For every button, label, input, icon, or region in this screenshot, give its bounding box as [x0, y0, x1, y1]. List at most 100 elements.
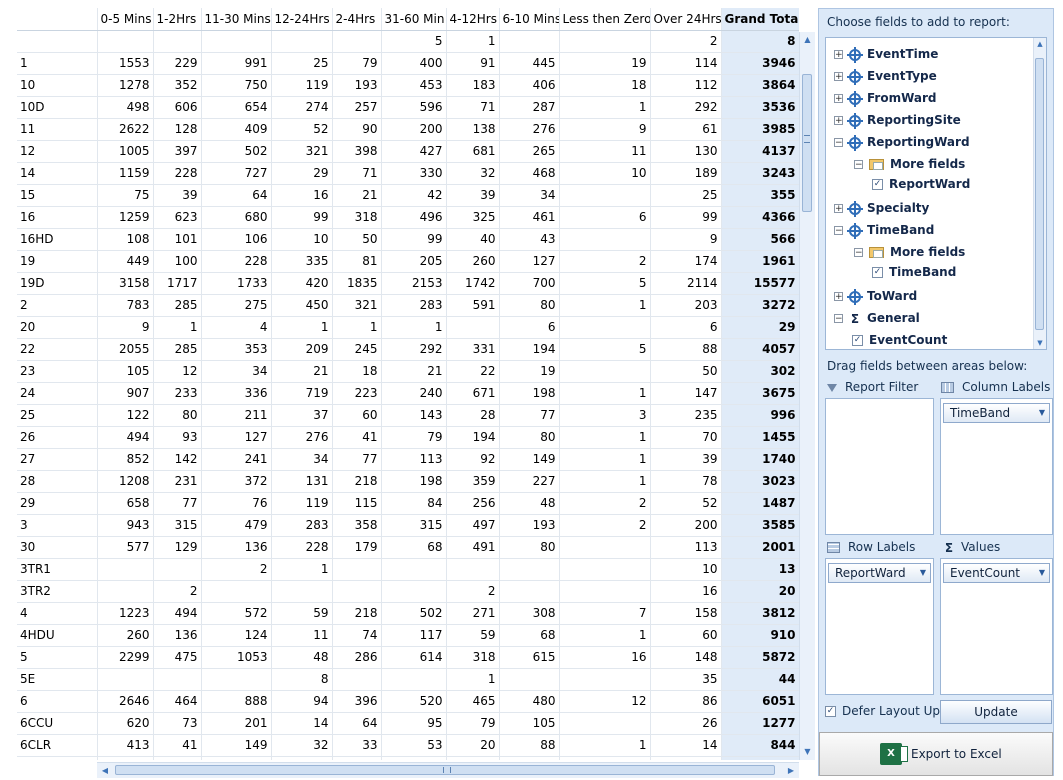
row-label[interactable]: 20 [17, 316, 98, 339]
expand-icon[interactable]: + [834, 72, 843, 82]
row-label[interactable]: 14 [17, 162, 98, 185]
field-node-general[interactable]: − Σ General [834, 308, 920, 328]
grid-horizontal-scrollbar[interactable]: ◀ ▶ [97, 762, 799, 778]
update-button[interactable]: Update [940, 700, 1052, 724]
scroll-up-arrow-icon[interactable]: ▲ [800, 32, 815, 48]
row-label[interactable]: 26 [17, 426, 98, 449]
field-node-reportingward[interactable]: − ReportingWard [834, 132, 970, 152]
values-area[interactable]: EventCount ▼ [940, 558, 1053, 695]
field-node-fromward[interactable]: + FromWard [834, 88, 937, 108]
scroll-up-arrow-icon[interactable]: ▲ [1034, 38, 1046, 50]
collapse-icon[interactable]: − [834, 314, 843, 324]
row-label[interactable]: 5E [17, 668, 98, 691]
column-header[interactable]: 31-60 Min [381, 8, 447, 31]
expand-icon[interactable]: + [834, 292, 843, 302]
field-checkbox[interactable]: ✓ [872, 267, 883, 278]
row-label[interactable]: 25 [17, 404, 98, 427]
scroll-down-arrow-icon[interactable]: ▼ [1034, 337, 1046, 349]
row-label[interactable]: 3TR2 [17, 580, 98, 603]
grid-horizontal-scroll-thumb[interactable] [115, 765, 775, 775]
column-header[interactable]: Over 24Hrs [650, 8, 722, 31]
column-header[interactable]: 12-24Hrs [271, 8, 333, 31]
scroll-down-arrow-icon[interactable]: ▼ [800, 744, 815, 760]
values-field-chip[interactable]: EventCount ▼ [943, 563, 1050, 583]
row-label[interactable]: 1 [17, 52, 98, 75]
collapse-icon[interactable]: − [854, 160, 863, 170]
column-header[interactable]: 2-4Hrs [332, 8, 382, 31]
column-labels-area[interactable]: TimeBand ▼ [940, 398, 1053, 535]
export-to-excel-button[interactable]: X Export to Excel [819, 732, 1053, 776]
expand-icon[interactable]: + [834, 50, 843, 60]
row-label[interactable]: 11 [17, 118, 98, 141]
scroll-right-arrow-icon[interactable]: ▶ [783, 763, 799, 778]
row-label[interactable]: 10 [17, 74, 98, 97]
column-header[interactable]: 0-5 Mins [97, 8, 154, 31]
row-label[interactable]: 6CLR [17, 734, 98, 757]
report-filter-area[interactable] [825, 398, 934, 535]
row-label[interactable] [17, 30, 98, 53]
row-label[interactable]: 6CCU [17, 712, 98, 735]
row-label[interactable]: 30 [17, 536, 98, 559]
row-label[interactable]: 19 [17, 250, 98, 273]
row-label[interactable]: 3 [17, 514, 98, 537]
row-label[interactable]: 15 [17, 184, 98, 207]
row-field-chip[interactable]: ReportWard ▼ [828, 563, 931, 583]
field-node-eventtype[interactable]: + EventType [834, 66, 937, 86]
grid-vertical-scroll-thumb[interactable] [802, 74, 812, 212]
scroll-left-arrow-icon[interactable]: ◀ [97, 763, 113, 778]
row-label[interactable]: 27 [17, 448, 98, 471]
field-node-timeband[interactable]: − TimeBand [834, 220, 934, 240]
field-node-eventcount[interactable]: ✓ EventCount [852, 330, 947, 349]
row-label[interactable]: 24 [17, 382, 98, 405]
collapse-icon[interactable]: − [834, 138, 843, 148]
row-label[interactable]: 19D [17, 272, 98, 295]
column-header[interactable]: 11-30 Mins [201, 8, 272, 31]
row-label[interactable]: 5 [17, 646, 98, 669]
field-node-timeband[interactable]: ✓ TimeBand [872, 262, 956, 282]
row-label[interactable]: 3TR1 [17, 558, 98, 581]
table-row: 30 577 129 136 228 179 68 491 80 113 2001 [17, 536, 799, 559]
field-node-reportward[interactable]: ✓ ReportWard [872, 174, 970, 194]
row-label[interactable]: 23 [17, 360, 98, 383]
row-label[interactable]: 4HDU [17, 624, 98, 647]
row-label[interactable]: 10D [17, 96, 98, 119]
expand-icon[interactable]: + [834, 116, 843, 126]
row-label[interactable] [17, 756, 98, 760]
field-node-specialty[interactable]: + Specialty [834, 198, 929, 218]
field-node-eventtime[interactable]: + EventTime [834, 44, 938, 64]
field-checkbox[interactable]: ✓ [872, 179, 883, 190]
grand-total-header[interactable]: Grand Total [721, 8, 799, 31]
column-header[interactable]: Less then Zero [559, 8, 651, 31]
row-label[interactable]: 4 [17, 602, 98, 625]
field-node-toward[interactable]: + ToWard [834, 286, 917, 306]
row-label[interactable]: 22 [17, 338, 98, 361]
grid-vertical-scrollbar[interactable]: ▲ ▼ [799, 32, 815, 760]
field-node-more-fields[interactable]: − More fields [854, 154, 965, 174]
column-header[interactable]: 6-10 Mins [499, 8, 560, 31]
column-header[interactable]: 4-12Hrs [446, 8, 500, 31]
defer-layout-checkbox[interactable]: ✓ [825, 706, 836, 717]
expand-icon[interactable]: + [834, 94, 843, 104]
field-checkbox[interactable]: ✓ [852, 335, 863, 346]
row-label[interactable]: 28 [17, 470, 98, 493]
column-field-chip[interactable]: TimeBand ▼ [943, 403, 1050, 423]
row-label[interactable]: 2 [17, 294, 98, 317]
table-row: 3TR1 2 1 10 13 [17, 558, 799, 581]
dropdown-arrow-icon[interactable]: ▼ [1039, 564, 1045, 582]
collapse-icon[interactable]: − [834, 226, 843, 236]
collapse-icon[interactable]: − [854, 248, 863, 258]
row-label[interactable]: 16HD [17, 228, 98, 251]
expand-icon[interactable]: + [834, 204, 843, 214]
row-labels-area[interactable]: ReportWard ▼ [825, 558, 934, 695]
field-node-more-fields[interactable]: − More fields [854, 242, 965, 262]
row-label[interactable]: 6 [17, 690, 98, 713]
row-label[interactable]: 29 [17, 492, 98, 515]
column-header[interactable]: 1-2Hrs [153, 8, 202, 31]
dropdown-arrow-icon[interactable]: ▼ [1039, 404, 1045, 422]
field-node-reportingsite[interactable]: + ReportingSite [834, 110, 961, 130]
row-label[interactable]: 16 [17, 206, 98, 229]
row-label[interactable]: 12 [17, 140, 98, 163]
field-tree-scroll-thumb[interactable] [1035, 58, 1044, 330]
field-tree-scrollbar[interactable]: ▲ ▼ [1033, 38, 1046, 349]
dropdown-arrow-icon[interactable]: ▼ [920, 564, 926, 582]
